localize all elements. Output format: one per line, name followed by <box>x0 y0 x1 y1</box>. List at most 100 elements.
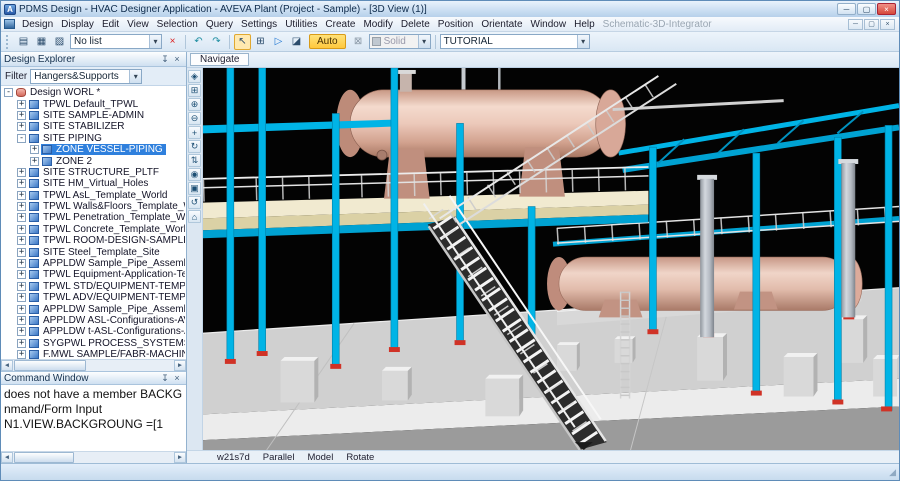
tree-item[interactable]: + SITE STABILIZER <box>1 121 186 132</box>
close-button[interactable]: × <box>877 3 896 15</box>
menu-item[interactable]: Delete <box>397 17 434 31</box>
menu-item[interactable]: Settings <box>237 17 281 31</box>
tree-expand-toggle[interactable]: + <box>17 316 26 325</box>
menu-item[interactable]: Orientate <box>477 17 526 31</box>
tree-expand-toggle[interactable]: + <box>30 156 39 166</box>
tree-expand-toggle[interactable]: + <box>17 247 26 257</box>
tree-expand-toggle[interactable]: + <box>17 179 26 189</box>
tree-item[interactable]: + SITE STRUCTURE_PLTF <box>1 167 186 178</box>
tree-item-body[interactable]: SITE Steel_Template_Site <box>28 247 163 258</box>
tree-expand-toggle[interactable]: - <box>17 134 26 143</box>
menu-item[interactable]: Create <box>321 17 359 31</box>
tree-item[interactable]: + SITE Steel_Template_Site <box>1 246 186 258</box>
tree-expand-toggle[interactable]: + <box>17 111 26 120</box>
pin-icon[interactable]: ↧ <box>159 373 171 384</box>
tree-expand-toggle[interactable]: + <box>17 350 26 359</box>
tree-item-body[interactable]: TPWL Walls&Floors_Template_World <box>28 201 186 212</box>
tree-item[interactable]: + TPWL AsL_Template_World <box>1 190 186 201</box>
tree-expand-toggle[interactable]: + <box>17 259 26 269</box>
walk-icon[interactable]: ⇅ <box>188 154 201 167</box>
tree-item-body[interactable]: TPWL STD/EQUIPMENT-TEMPLATES <box>28 281 186 292</box>
auto-update-toggle[interactable]: Auto <box>309 34 346 49</box>
tree-item[interactable]: + TPWL Concrete_Template_World <box>1 224 186 235</box>
tree-item-body[interactable]: SITE SAMPLE-ADMIN <box>28 110 147 121</box>
navigate-tab[interactable]: Navigate <box>190 53 250 66</box>
tree-item[interactable]: - Design WORL * <box>1 87 186 98</box>
tree-item-body[interactable]: TPWL AsL_Template_World <box>28 190 171 201</box>
rotate-view-icon[interactable]: ↻ <box>188 140 201 153</box>
tree-item[interactable]: + TPWL STD/EQUIPMENT-TEMPLATES <box>1 281 186 292</box>
tree-item[interactable]: + APPLDW ASL-Configurations-AVEVA <box>1 315 186 326</box>
tree-item[interactable]: + TPWL Default_TPWL <box>1 98 186 110</box>
menu-item[interactable]: Display <box>57 17 98 31</box>
tree-item[interactable]: + SITE HM_Virtual_Holes <box>1 178 186 189</box>
menu-item[interactable]: Help <box>570 17 599 31</box>
select-pointer-icon[interactable]: ↖ <box>234 33 251 50</box>
mdi-close-button[interactable]: × <box>880 18 895 30</box>
scroll-thumb[interactable] <box>14 452 75 463</box>
scroll-right-icon[interactable]: ► <box>174 452 186 463</box>
tree-item-body[interactable]: TPWL ADV/EQUIPMENT-TEMPLATES <box>28 292 186 303</box>
lock-icon[interactable]: ⊠ <box>350 34 367 50</box>
tree-item-body[interactable]: APPLDW Sample_Pipe_Assemblies <box>28 304 186 315</box>
tree-item-body[interactable]: TPWL Penetration_Template_World <box>28 212 186 223</box>
scroll-left-icon[interactable]: ◄ <box>1 452 13 463</box>
tree-item-body[interactable]: SITE HM_Virtual_Holes <box>28 178 151 189</box>
tree-expand-toggle[interactable]: + <box>17 190 26 200</box>
command-hscrollbar[interactable]: ◄ ► <box>1 451 186 463</box>
tree-item[interactable]: - SITE PIPING <box>1 133 186 144</box>
tree-expand-toggle[interactable]: + <box>17 270 26 280</box>
tree-item-body[interactable]: F.MWL SAMPLE/FABR-MACHINES <box>28 349 186 359</box>
close-icon[interactable]: × <box>171 54 183 64</box>
scroll-thumb[interactable] <box>14 360 86 371</box>
tree-expand-toggle[interactable]: + <box>17 168 26 177</box>
tree-item-body[interactable]: APPLDW t-ASL-Configurations-AVEVA <box>28 326 186 337</box>
tree-expand-toggle[interactable]: + <box>17 304 26 314</box>
close-icon[interactable]: × <box>171 373 183 383</box>
refresh-view-icon[interactable]: ↺ <box>188 196 201 209</box>
graphics-settings-icon[interactable]: ▨ <box>51 34 68 50</box>
menu-item[interactable]: Selection <box>153 17 202 31</box>
drawlist-combo[interactable]: No list ▾ <box>70 34 162 49</box>
tree-item-body[interactable]: APPLDW ASL-Configurations-AVEVA <box>28 315 186 326</box>
tree-item-body[interactable]: SITE PIPING <box>28 133 105 144</box>
tree-item[interactable]: + APPLDW Sample_Pipe_Assemblies <box>1 303 186 315</box>
tree-item[interactable]: + ZONE VESSEL-PIPING <box>1 144 186 156</box>
tree-item[interactable]: + TPWL ADV/EQUIPMENT-TEMPLATES <box>1 292 186 303</box>
tree-item[interactable]: + APPLDW t-ASL-Configurations-AVEVA <box>1 326 186 337</box>
zoom-select-icon[interactable]: ⊞ <box>252 34 269 50</box>
menu-item[interactable]: Edit <box>98 17 123 31</box>
pin-icon[interactable]: ↧ <box>159 54 171 65</box>
zoom-in-icon[interactable]: ⊕ <box>188 98 201 111</box>
design-data-icon[interactable]: ▤ <box>15 34 32 50</box>
tree-item-body[interactable]: TPWL Equipment-Application-Templates <box>28 269 186 280</box>
scroll-track[interactable] <box>14 452 173 463</box>
tree-item-body[interactable]: ZONE VESSEL-PIPING <box>41 144 166 156</box>
tree-item-body[interactable]: SYGPWL PROCESS_SYSTEMS <box>28 338 186 349</box>
clear-drawlist-button[interactable]: × <box>164 34 181 50</box>
tree-item[interactable]: + TPWL Walls&Floors_Template_World <box>1 201 186 212</box>
look-at-icon[interactable]: ◉ <box>188 168 201 181</box>
tree-expand-toggle[interactable]: + <box>17 236 26 246</box>
tree-item[interactable]: + TPWL Equipment-Application-Templates <box>1 269 186 280</box>
draw-list-icon[interactable]: ▦ <box>33 34 50 50</box>
home-view-icon[interactable]: ⌂ <box>188 210 201 223</box>
3d-scene[interactable] <box>203 68 899 450</box>
tree-item-body[interactable]: SITE STABILIZER <box>28 121 128 132</box>
tree-item[interactable]: + F.MWL SAMPLE/FABR-MACHINES <box>1 349 186 359</box>
tree-expand-toggle[interactable]: + <box>17 339 26 348</box>
tree-expand-toggle[interactable]: + <box>17 213 26 223</box>
tree-item-body[interactable]: APPLDW Sample_Pipe_Assemblies <box>28 258 186 269</box>
tree-item-body[interactable]: TPWL ROOM-DESIGN-SAMPLE-TEMPLA <box>28 235 186 246</box>
tree-item-body[interactable]: ZONE 2 <box>41 156 95 167</box>
maximize-button[interactable]: ▢ <box>857 3 876 15</box>
walkthrough-icon[interactable]: ▷ <box>270 34 287 50</box>
clipping-icon[interactable]: ◪ <box>288 34 305 50</box>
mdi-restore-button[interactable]: ▢ <box>864 18 879 30</box>
menu-item[interactable]: Position <box>434 17 478 31</box>
view-all-icon[interactable]: ◈ <box>188 70 201 83</box>
menu-item[interactable]: Design <box>18 17 57 31</box>
tree-expand-toggle[interactable]: + <box>17 293 26 303</box>
scroll-track[interactable] <box>14 360 173 371</box>
tree-expand-toggle[interactable]: - <box>4 88 13 98</box>
